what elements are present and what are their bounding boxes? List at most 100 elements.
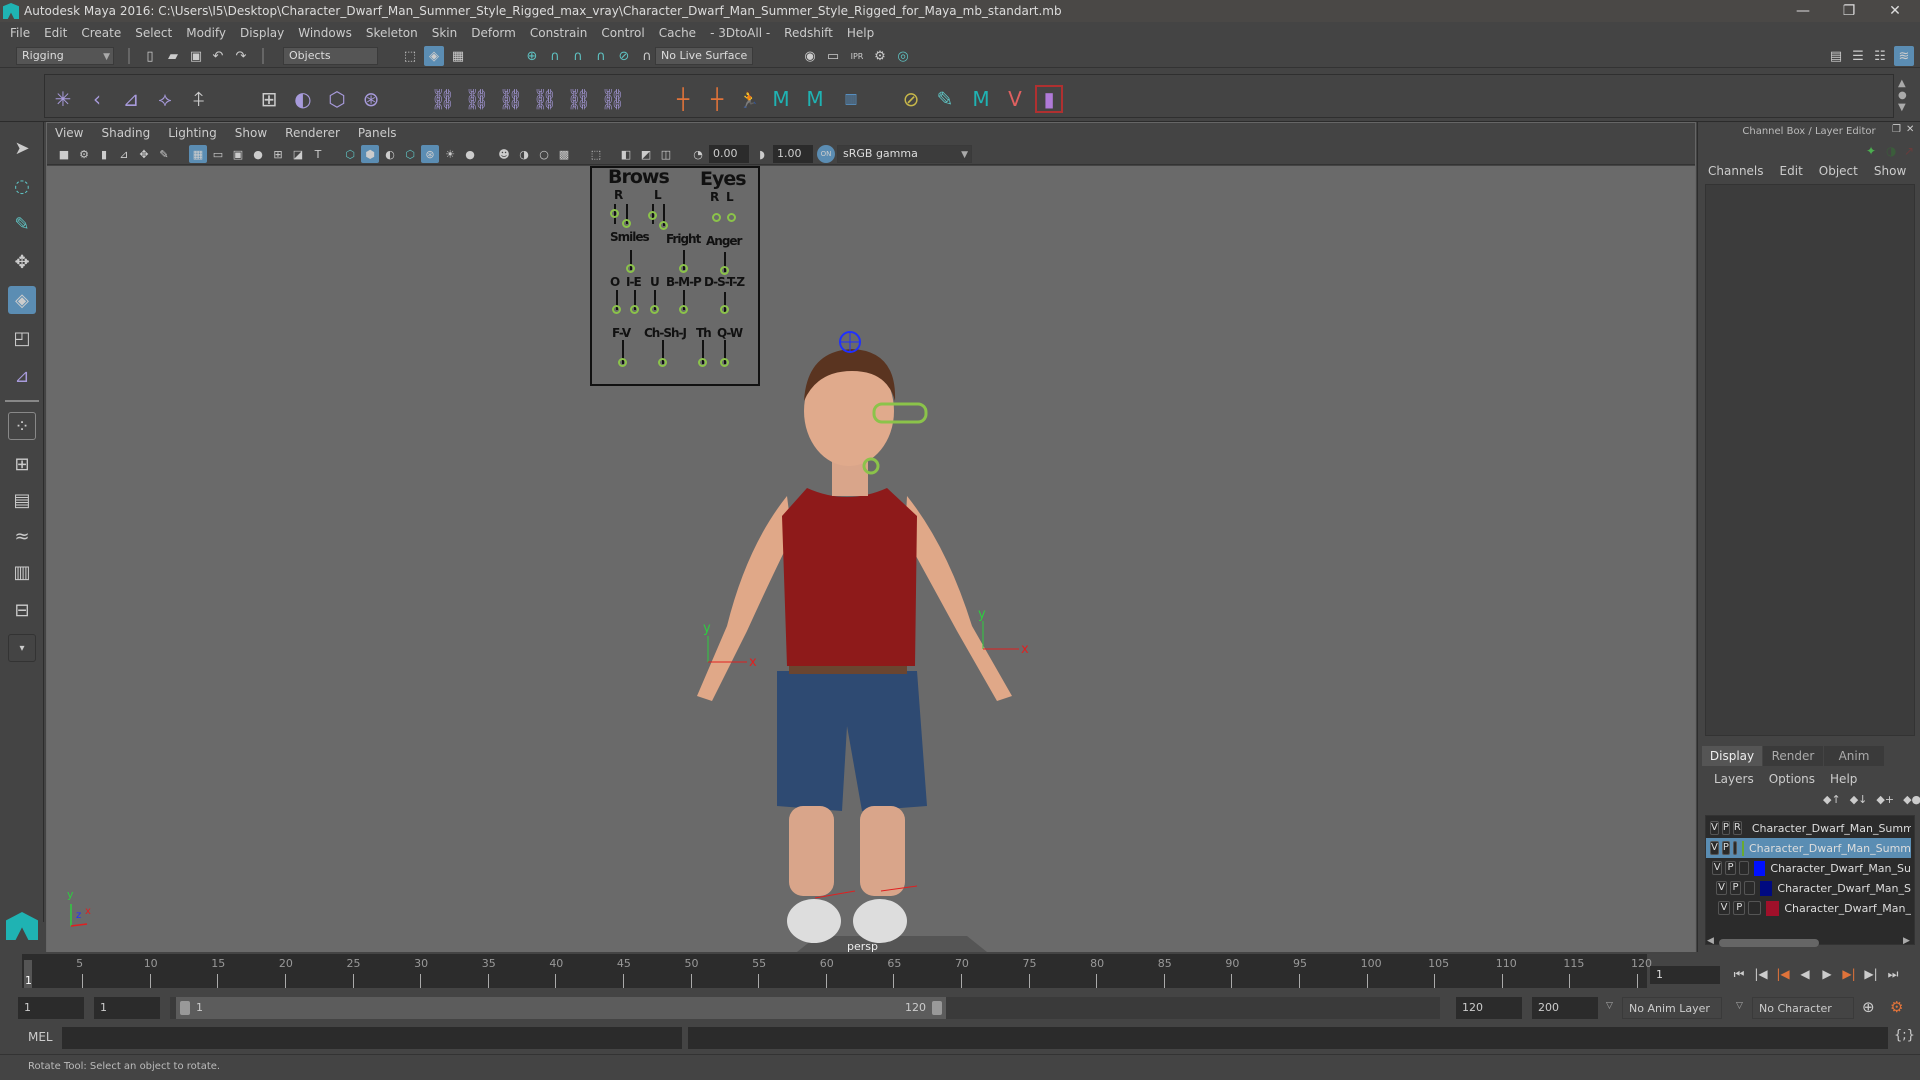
select-tool-icon[interactable]: ➤ bbox=[8, 134, 36, 162]
move-tool-icon[interactable]: ✥ bbox=[8, 248, 36, 276]
cb-menu-object[interactable]: Object bbox=[1819, 164, 1858, 178]
tool-settings-icon[interactable]: ☷ bbox=[1870, 46, 1890, 66]
insert-joint-icon[interactable]: ‹ bbox=[83, 85, 111, 113]
vp-menu-renderer[interactable]: Renderer bbox=[285, 126, 340, 140]
layer-color-swatch[interactable] bbox=[1760, 880, 1773, 896]
image-plane-icon[interactable]: ⊿ bbox=[115, 145, 133, 163]
layer-row[interactable]: V P R Character_Dwarf_Man_Summ bbox=[1706, 818, 1911, 838]
menu-skeleton[interactable]: Skeleton bbox=[366, 26, 418, 40]
layer-name[interactable]: Character_Dwarf_Man_ bbox=[1784, 902, 1911, 915]
create-joints-icon[interactable]: ✳ bbox=[49, 85, 77, 113]
move-layer-down-icon[interactable]: ◆↓ bbox=[1850, 793, 1868, 806]
select-component-icon[interactable]: ▦ bbox=[448, 46, 468, 66]
wireframe-icon[interactable]: ⬡ bbox=[341, 145, 359, 163]
bookmark-icon[interactable]: ▮ bbox=[95, 145, 113, 163]
visibility-toggle[interactable]: V bbox=[1710, 821, 1719, 835]
maya-script-icon[interactable]: M bbox=[767, 85, 795, 113]
undo-icon[interactable]: ↶ bbox=[208, 46, 228, 66]
select-object-icon[interactable]: ◈ bbox=[424, 46, 444, 66]
select-hierarchy-icon[interactable]: ⬚ bbox=[400, 46, 420, 66]
play-backwards-icon[interactable]: ◀ bbox=[1796, 965, 1814, 983]
menuset-dropdown[interactable]: Rigging ▼ bbox=[16, 47, 114, 65]
scroll-right-icon[interactable]: ▶ bbox=[1903, 936, 1910, 946]
four-view-layout-icon[interactable]: ⊞ bbox=[8, 450, 36, 478]
curve-tool-icon[interactable]: V bbox=[1001, 85, 1029, 113]
menu-skin[interactable]: Skin bbox=[432, 26, 458, 40]
menu-3dtoall[interactable]: - 3DtoAll - bbox=[710, 26, 770, 40]
cb-menu-show[interactable]: Show bbox=[1874, 164, 1906, 178]
layer-list-scrollbar[interactable]: ◀ ▶ bbox=[1705, 936, 1915, 948]
mel-input[interactable] bbox=[62, 1027, 682, 1049]
visibility-toggle[interactable]: V bbox=[1712, 861, 1723, 875]
maya-script-3-icon[interactable]: M bbox=[967, 85, 995, 113]
outliner-persp-layout-icon[interactable]: ▤ bbox=[8, 486, 36, 514]
playback-toggle[interactable]: P bbox=[1721, 821, 1730, 835]
menu-select[interactable]: Select bbox=[135, 26, 172, 40]
go-to-end-icon[interactable]: ⏭ bbox=[1884, 965, 1902, 983]
reference-toggle[interactable] bbox=[1748, 901, 1761, 915]
gamma-icon[interactable]: ◗ bbox=[753, 145, 771, 163]
anim-layer-dropdown-icon[interactable]: ▽ bbox=[1606, 1001, 1613, 1011]
step-forward-frame-icon[interactable]: ▶| bbox=[1840, 965, 1858, 983]
playback-toggle[interactable]: P bbox=[1725, 861, 1736, 875]
parent-constraint-icon[interactable]: ⛓ bbox=[429, 85, 457, 113]
step-forward-key-icon[interactable]: ▶| bbox=[1862, 965, 1880, 983]
channel-box-toggle-icon[interactable]: ≋ bbox=[1894, 46, 1914, 66]
speed-toggle-icon[interactable]: ◑ bbox=[1886, 144, 1896, 158]
anti-aliasing-icon[interactable]: ○ bbox=[535, 145, 553, 163]
le-menu-options[interactable]: Options bbox=[1769, 772, 1815, 786]
pole-vector-constraint-icon[interactable]: ⛓ bbox=[599, 85, 627, 113]
default-material-icon[interactable]: ◐ bbox=[381, 145, 399, 163]
maya-script-2-icon[interactable]: M bbox=[801, 85, 829, 113]
paint-select-icon[interactable]: ✎ bbox=[931, 85, 959, 113]
rotate-tool-icon[interactable]: ◈ bbox=[8, 286, 36, 314]
render-frame-icon[interactable]: ▭ bbox=[823, 46, 843, 66]
vp-menu-show[interactable]: Show bbox=[235, 126, 267, 140]
script-editor-icon[interactable]: {;} bbox=[1894, 1028, 1915, 1043]
animation-start-field[interactable]: 1 bbox=[18, 997, 84, 1019]
layer-name[interactable]: Character_Dwarf_Man_Su bbox=[1770, 862, 1911, 875]
channel-box-body[interactable] bbox=[1705, 184, 1915, 736]
render-settings-icon[interactable]: ⚙ bbox=[870, 46, 890, 66]
film-gate-icon[interactable]: ▭ bbox=[209, 145, 227, 163]
manipulator-axes-icon[interactable]: ✦ bbox=[1866, 144, 1876, 158]
step-back-key-icon[interactable]: |◀ bbox=[1752, 965, 1770, 983]
snap-curve-icon[interactable]: ∩ bbox=[545, 46, 565, 66]
open-scene-icon[interactable]: ▰ bbox=[163, 46, 183, 66]
layer-color-swatch[interactable] bbox=[1741, 840, 1744, 856]
ik-spline-icon[interactable]: ⟡ bbox=[151, 85, 179, 113]
orient-constraint-icon[interactable]: ⛓ bbox=[497, 85, 525, 113]
screen-space-ao-icon[interactable]: ☻ bbox=[495, 145, 513, 163]
smooth-shade-icon[interactable]: ⬢ bbox=[361, 145, 379, 163]
field-chart-icon[interactable]: ⊞ bbox=[269, 145, 287, 163]
layer-row[interactable]: V P Character_Dwarf_Man_ bbox=[1706, 898, 1911, 918]
auto-key-icon[interactable]: ⊕ bbox=[1862, 998, 1875, 1016]
go-to-start-icon[interactable]: ⏮ bbox=[1730, 965, 1748, 983]
snap-live-icon[interactable]: ⊘ bbox=[614, 46, 634, 66]
layer-color-swatch[interactable] bbox=[1765, 900, 1780, 916]
menu-file[interactable]: File bbox=[10, 26, 30, 40]
primitives-icon[interactable]: ▮ bbox=[1035, 85, 1063, 113]
graph-editor-layout-icon[interactable]: ≈ bbox=[8, 522, 36, 550]
move-layer-up-icon[interactable]: ◆↑ bbox=[1823, 793, 1841, 806]
menu-windows[interactable]: Windows bbox=[298, 26, 352, 40]
layer-color-swatch[interactable] bbox=[1754, 860, 1766, 876]
new-scene-icon[interactable]: ▯ bbox=[140, 46, 160, 66]
motion-blur-icon[interactable]: ◑ bbox=[515, 145, 533, 163]
character-set-dropdown[interactable]: No Character Set bbox=[1752, 997, 1854, 1037]
layer-row[interactable]: V P Character_Dwarf_Man_Su bbox=[1706, 858, 1911, 878]
xray-icon[interactable]: ◧ bbox=[617, 145, 635, 163]
color-management-toggle-icon[interactable]: ON bbox=[817, 145, 835, 163]
set-key-icon[interactable]: ┼ bbox=[669, 85, 697, 113]
menu-display[interactable]: Display bbox=[240, 26, 284, 40]
wireframe-on-shaded-icon[interactable]: ⬡ bbox=[401, 145, 419, 163]
gate-mask-icon[interactable]: ● bbox=[249, 145, 267, 163]
hypershade-icon[interactable]: ◎ bbox=[893, 46, 913, 66]
modeling-toolkit-icon[interactable]: ▤ bbox=[1826, 46, 1846, 66]
channel-list-icon[interactable]: ▥ bbox=[837, 85, 865, 113]
resolution-gate-icon[interactable]: ▣ bbox=[229, 145, 247, 163]
scroll-left-icon[interactable]: ◀ bbox=[1707, 936, 1714, 946]
hypershade-layout-icon[interactable]: ▥ bbox=[8, 558, 36, 586]
selection-mode-dropdown[interactable]: Objects bbox=[283, 47, 378, 65]
close-panel-icon[interactable]: ✕ bbox=[1906, 124, 1914, 135]
